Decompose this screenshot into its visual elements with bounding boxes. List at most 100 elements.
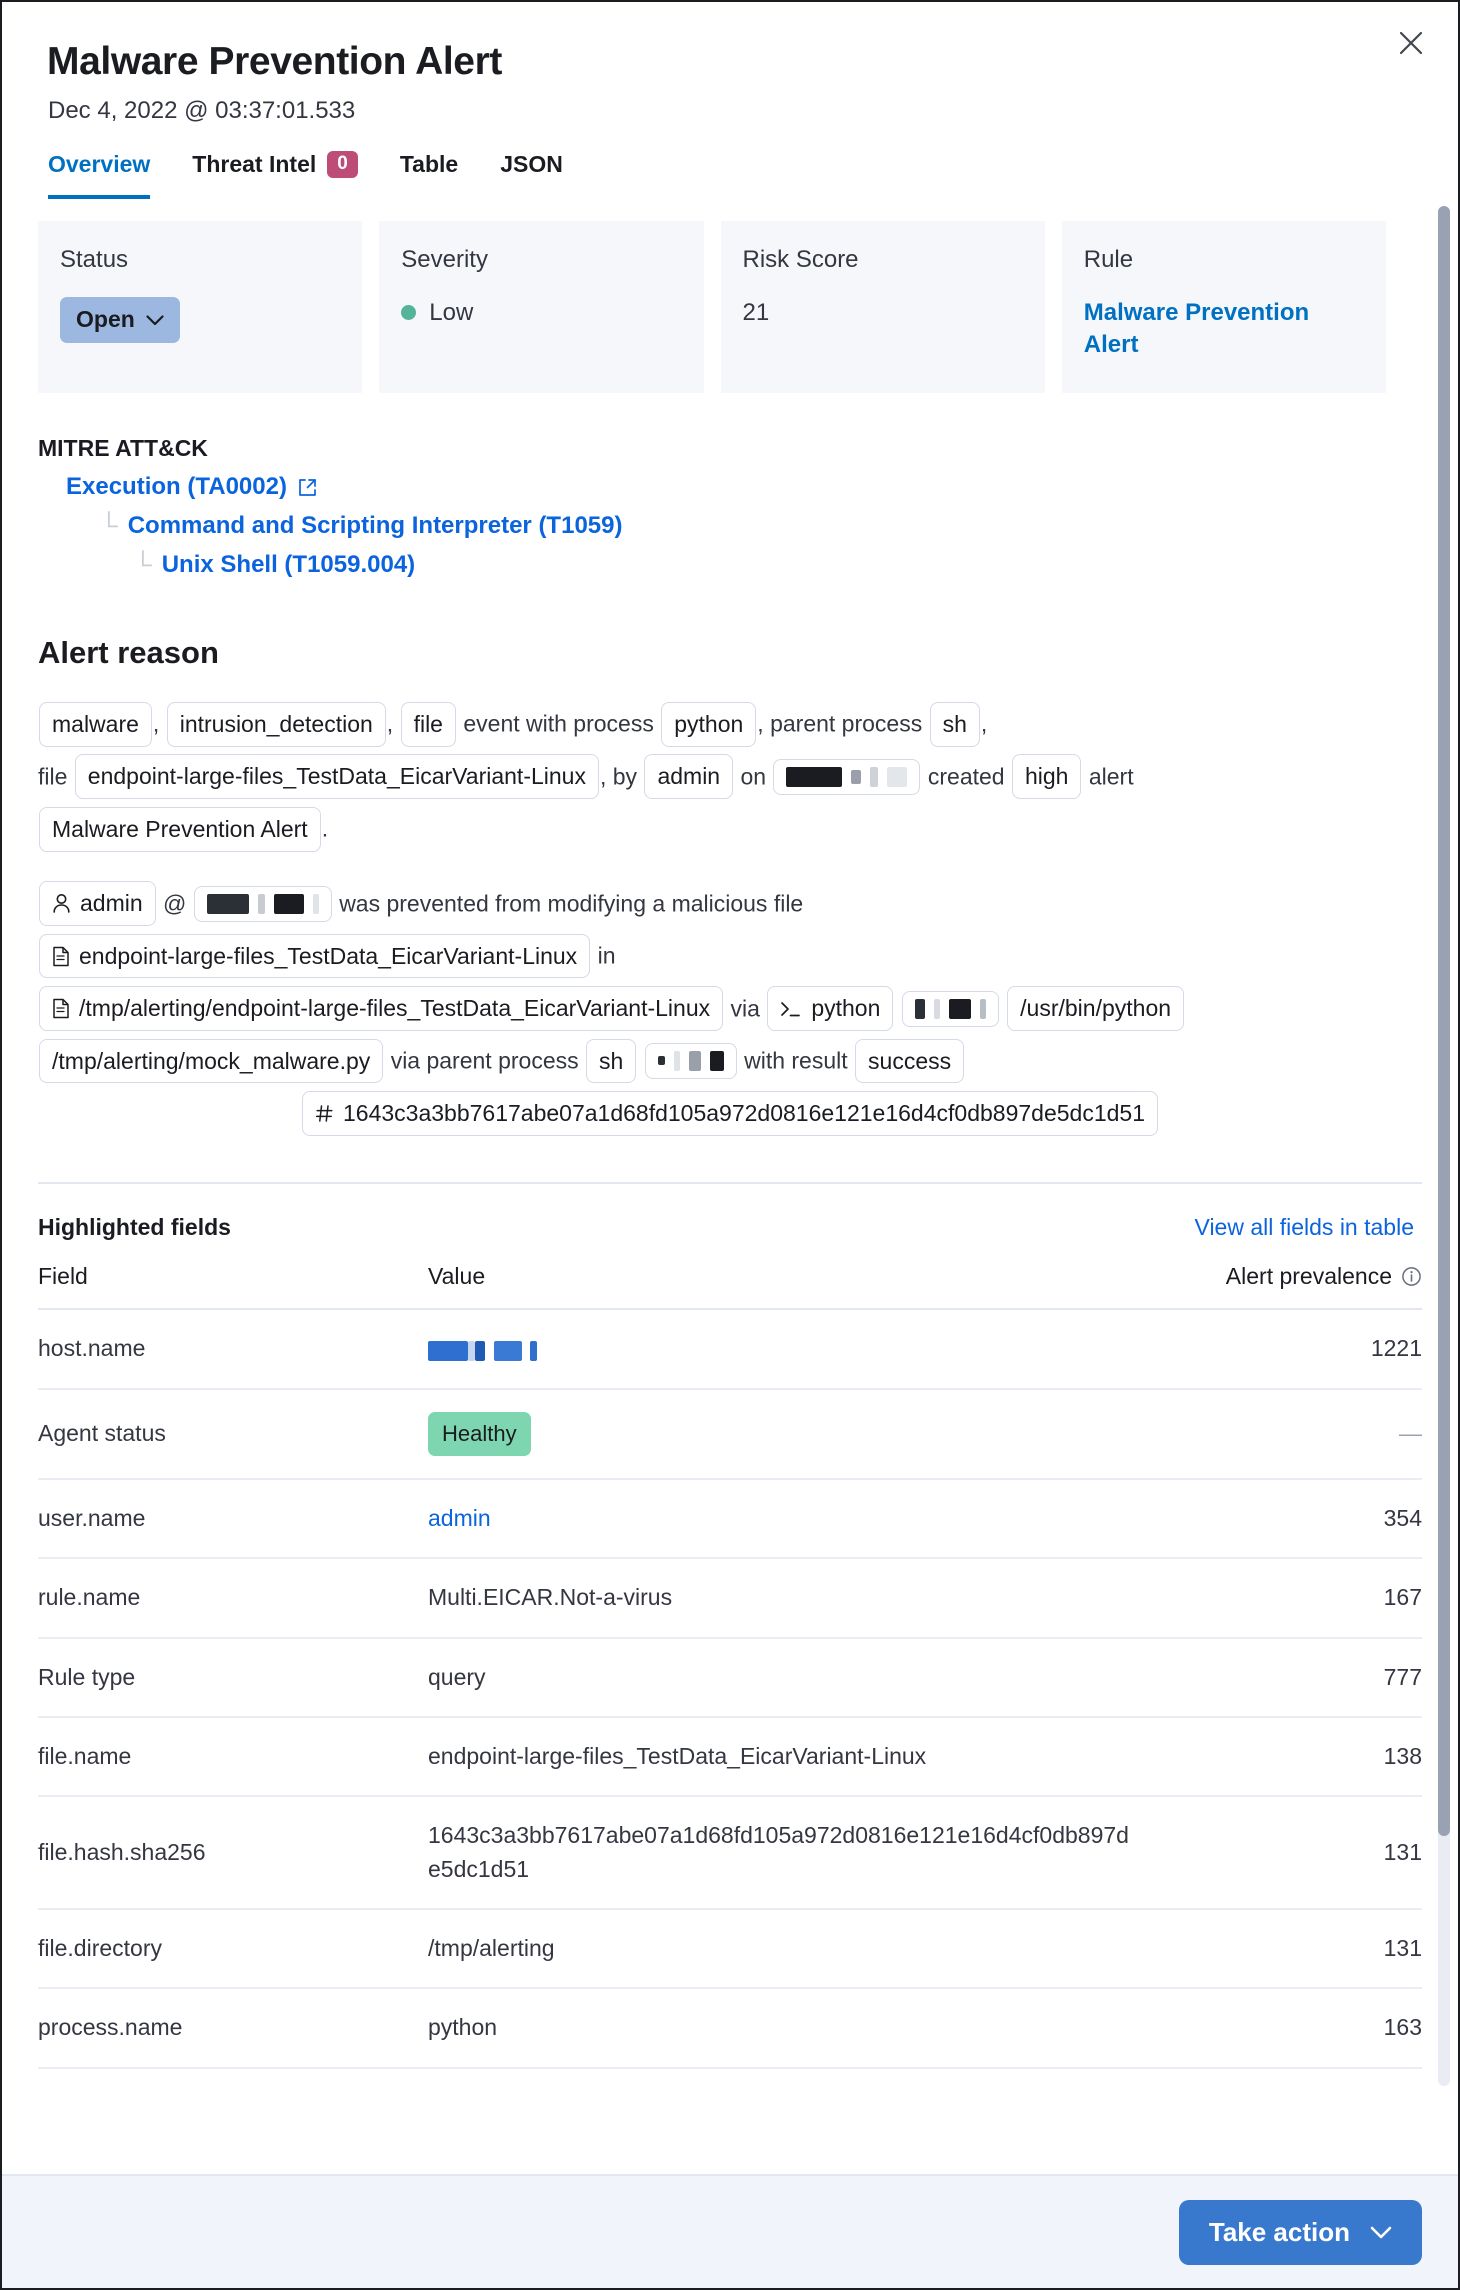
chip-event-category-intrusion-detection[interactable]: intrusion_detection [167, 702, 386, 747]
reason-text-4: file [38, 763, 67, 789]
rule-card: Rule Malware Prevention Alert [1062, 221, 1386, 393]
chip-process-executable[interactable]: /usr/bin/python [1007, 986, 1184, 1031]
status-card: Status Open [38, 221, 362, 393]
chip-file-name-2-label: endpoint-large-files_TestData_EicarVaria… [79, 942, 577, 971]
field-value: query [428, 1638, 1132, 1717]
highlighted-fields-table: Field Value Alert prevalence [38, 1263, 1422, 2069]
chip-host-name-redacted-2[interactable] [194, 886, 332, 922]
chip-rule-name[interactable]: Malware Prevention Alert [39, 807, 321, 852]
chip-process-pid-redacted[interactable] [902, 991, 999, 1027]
field-prevalence[interactable]: 354 [1132, 1479, 1422, 1558]
reason-text-in: in [598, 943, 616, 969]
redaction-bar [274, 894, 304, 914]
severity-card: Severity Low [379, 221, 703, 393]
chip-file-name[interactable]: endpoint-large-files_TestData_EicarVaria… [75, 754, 599, 799]
section-divider [38, 1182, 1422, 1184]
field-name: Agent status [38, 1389, 428, 1479]
field-prevalence[interactable]: 131 [1132, 1909, 1422, 1988]
chip-user-admin-2[interactable]: admin [39, 881, 156, 926]
field-name: file.directory [38, 1909, 428, 1988]
risk-score-card-label: Risk Score [743, 245, 1023, 275]
redaction-bar [980, 999, 986, 1019]
rule-name-link[interactable]: Malware Prevention Alert [1084, 299, 1309, 357]
chip-user-admin[interactable]: admin [644, 754, 733, 799]
redaction-bar [851, 770, 861, 784]
reason-text-3: , [981, 711, 987, 737]
chip-event-category-malware[interactable]: malware [39, 702, 152, 747]
field-name: Rule type [38, 1638, 428, 1717]
mitre-technique-label: Command and Scripting Interpreter (T1059… [128, 512, 623, 540]
chip-parent-process-sh[interactable]: sh [930, 702, 980, 747]
severity-text: Low [429, 297, 473, 328]
chevron-down-icon [146, 315, 164, 326]
user-icon [52, 893, 71, 914]
chip-file-name-2[interactable]: endpoint-large-files_TestData_EicarVaria… [39, 934, 590, 979]
reason-sep-1: , [153, 711, 159, 737]
take-action-label: Take action [1209, 2217, 1350, 2248]
tab-list: Overview Threat Intel 0 Table JSON [48, 148, 1386, 197]
scrollbar-thumb[interactable] [1438, 206, 1450, 1836]
tabs-container: Overview Threat Intel 0 Table JSON [38, 148, 1422, 197]
field-prevalence[interactable]: 777 [1132, 1638, 1422, 1717]
take-action-button[interactable]: Take action [1179, 2200, 1422, 2265]
field-prevalence[interactable]: 167 [1132, 1558, 1422, 1637]
chip-file-path[interactable]: /tmp/alerting/endpoint-large-files_TestD… [39, 986, 723, 1031]
redaction-bar [485, 1341, 494, 1361]
mitre-subtechnique-link[interactable]: └ Unix Shell (T1059.004) [134, 551, 1422, 579]
view-all-fields-link[interactable]: View all fields in table [1195, 1214, 1414, 1241]
redaction-bar [468, 1341, 475, 1361]
table-row: host.name 1221 [38, 1309, 1422, 1390]
host-name-redacted [428, 1333, 537, 1366]
tab-json[interactable]: JSON [500, 151, 563, 199]
chip-user-admin-2-label: admin [80, 889, 143, 918]
chip-parent-process-sh-2[interactable]: sh [586, 1039, 636, 1084]
chip-parent-pid-redacted[interactable] [645, 1043, 737, 1079]
tab-threat-intel[interactable]: Threat Intel 0 [192, 151, 358, 200]
hash-icon [315, 1104, 334, 1123]
chevron-down-icon [1370, 2226, 1392, 2239]
severity-card-label: Severity [401, 245, 681, 275]
vertical-scrollbar[interactable] [1438, 206, 1450, 2086]
field-prevalence[interactable]: 163 [1132, 1988, 1422, 2067]
redaction-bar [934, 999, 940, 1019]
chip-process-python-2-label: python [811, 994, 880, 1023]
risk-score-card: Risk Score 21 [721, 221, 1045, 393]
chip-host-name-redacted[interactable] [773, 759, 920, 795]
chip-process-python-2[interactable]: python [767, 986, 893, 1031]
table-row: Rule type query 777 [38, 1638, 1422, 1717]
rule-card-label: Rule [1084, 245, 1364, 275]
column-header-prevalence-label: Alert prevalence [1226, 1263, 1392, 1290]
tree-corner-icon: └ [100, 514, 118, 539]
mitre-technique-link[interactable]: └ Command and Scripting Interpreter (T10… [100, 512, 1422, 540]
redaction-bar [530, 1341, 537, 1361]
reason-sep-2: , [387, 711, 393, 737]
file-icon [52, 946, 70, 967]
console-icon [780, 1000, 802, 1018]
close-icon[interactable] [1390, 22, 1432, 64]
tab-overview[interactable]: Overview [48, 151, 150, 199]
highlighted-fields-title: Highlighted fields [38, 1214, 231, 1241]
status-dropdown-button[interactable]: Open [60, 297, 180, 343]
chip-severity-high[interactable]: high [1012, 754, 1081, 799]
mitre-section-title: MITRE ATT&CK [38, 435, 1422, 462]
chip-process-args[interactable]: /tmp/alerting/mock_malware.py [39, 1039, 383, 1084]
redaction-bar [313, 894, 319, 914]
field-prevalence[interactable]: 1221 [1132, 1309, 1422, 1390]
chip-process-python[interactable]: python [661, 702, 756, 747]
mitre-tactic-link[interactable]: Execution (TA0002) [66, 473, 1422, 501]
chip-event-outcome-success[interactable]: success [855, 1039, 964, 1084]
redaction-bar [915, 999, 925, 1019]
column-header-value: Value [428, 1263, 1132, 1309]
chip-file-hash-sha256[interactable]: 1643c3a3bb7617abe07a1d68fd105a972d0816e1… [302, 1091, 1158, 1136]
table-row: process.name python 163 [38, 1988, 1422, 2067]
field-name: host.name [38, 1309, 428, 1390]
field-prevalence[interactable]: 138 [1132, 1717, 1422, 1796]
redaction-bar [658, 1056, 665, 1065]
redaction-bar [475, 1341, 485, 1361]
user-name-link[interactable]: admin [428, 1505, 491, 1531]
alert-timestamp: Dec 4, 2022 @ 03:37:01.533 [48, 97, 1422, 126]
field-prevalence[interactable]: 131 [1132, 1796, 1422, 1909]
info-icon[interactable] [1401, 1266, 1422, 1287]
tab-table[interactable]: Table [400, 151, 458, 199]
chip-event-category-file[interactable]: file [401, 702, 456, 747]
